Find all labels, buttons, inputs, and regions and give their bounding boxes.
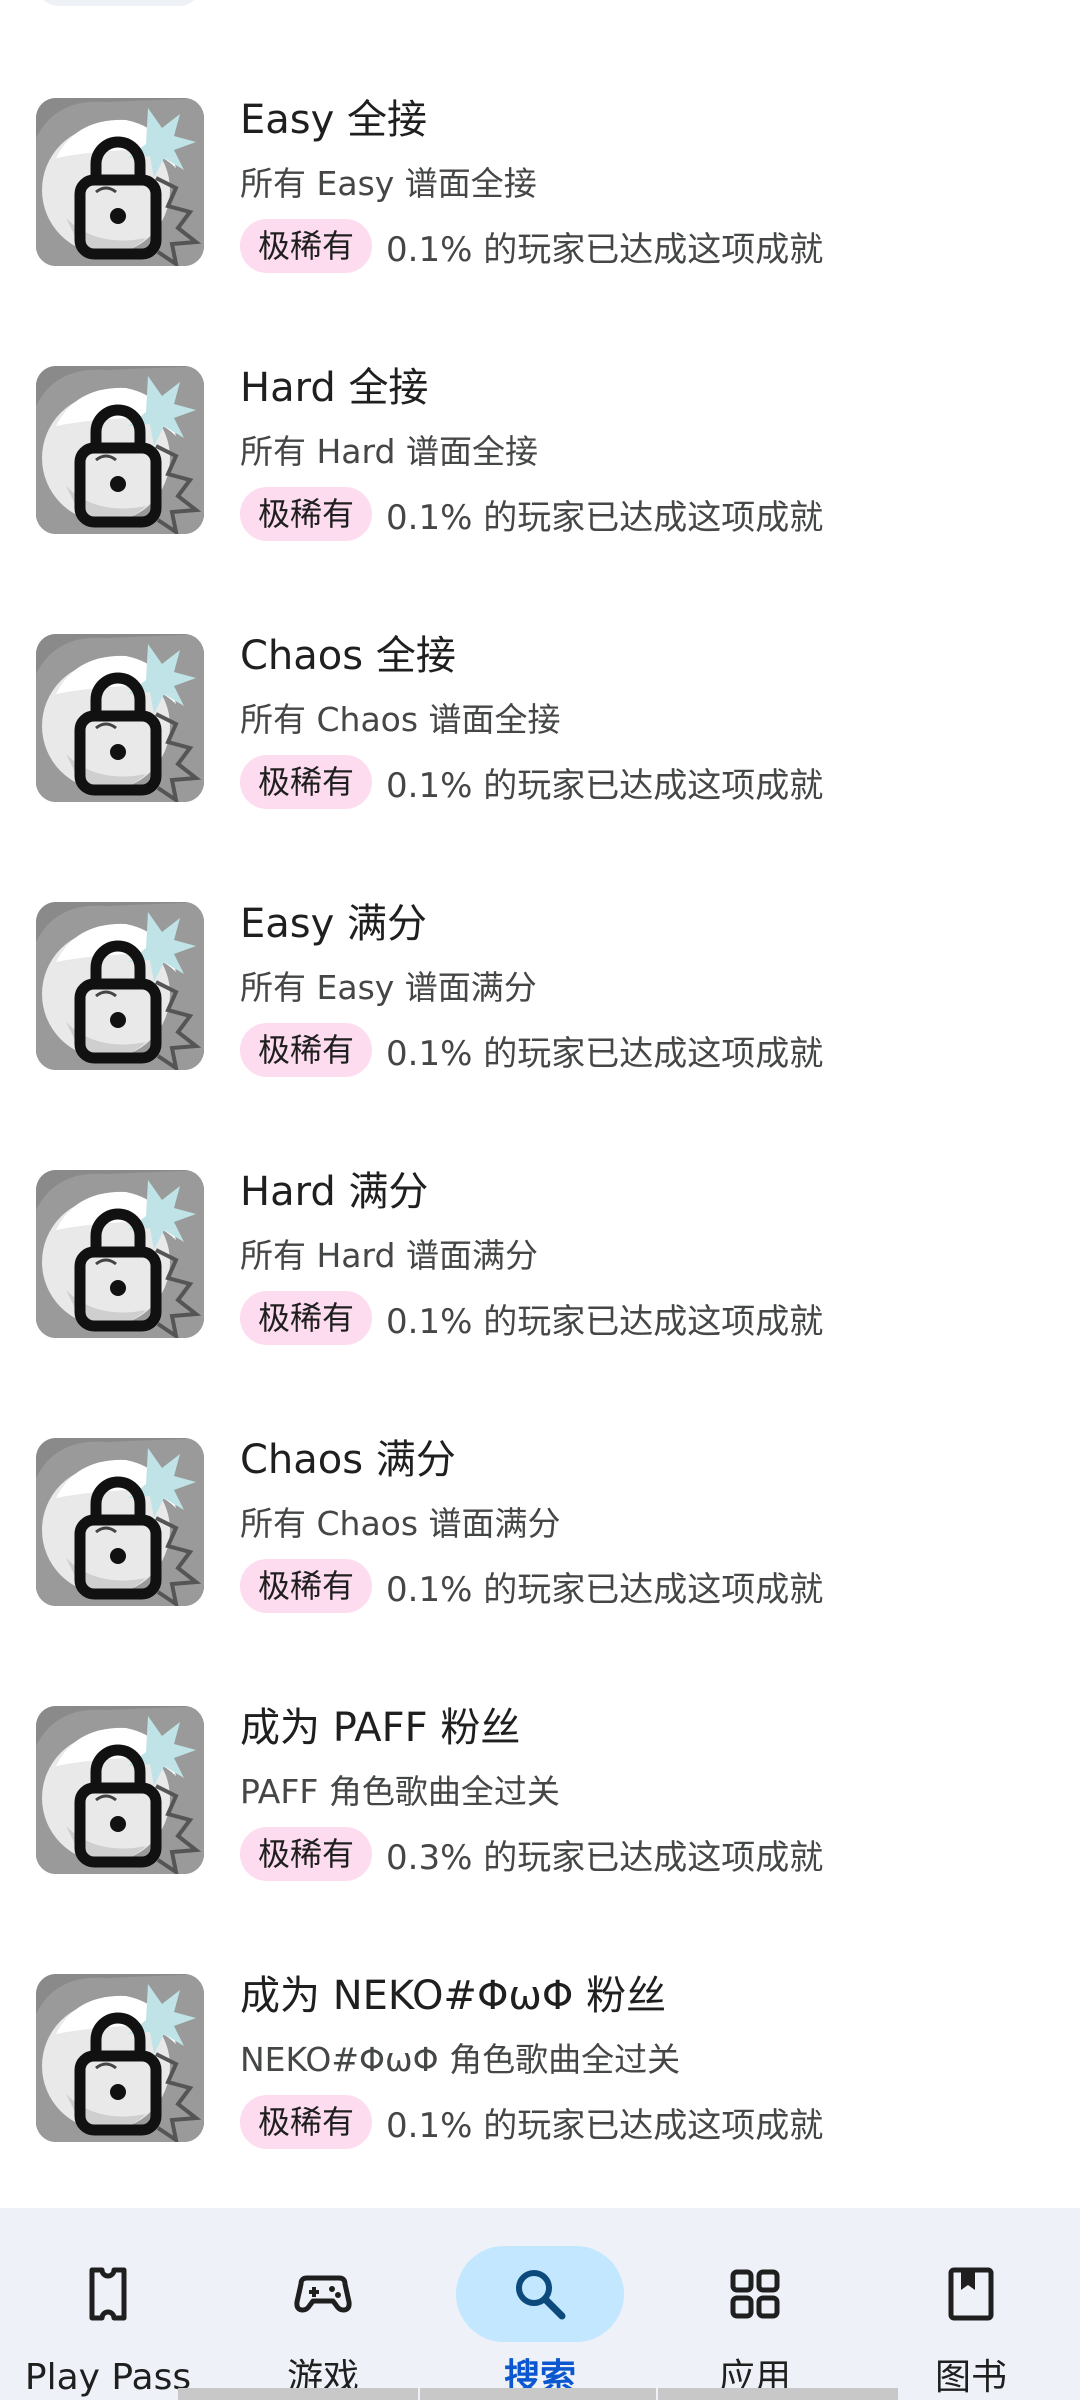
rarity-line: 极稀有 0.1% 的玩家已达成这项成就 bbox=[240, 754, 823, 810]
rarity-badge: 极稀有 bbox=[240, 1559, 373, 1613]
achievement-item[interactable]: Chaos 满分 所有 Chaos 谱面满分 极稀有 0.1% 的玩家已达成这项… bbox=[0, 1340, 1080, 1613]
gamepad-icon bbox=[293, 2264, 353, 2324]
rarity-badge: 极稀有 bbox=[240, 755, 373, 809]
completion-percentage: 0.1% 的玩家已达成这项成就 bbox=[386, 229, 824, 270]
search-icon bbox=[510, 2264, 570, 2324]
achievement-item[interactable]: Easy 全接 所有 Easy 谱面全接 极稀有 0.1% 的玩家已达成这项成就 bbox=[0, 0, 1080, 273]
achievement-item[interactable]: Hard 全接 所有 Hard 谱面全接 极稀有 0.1% 的玩家已达成这项成就 bbox=[0, 268, 1080, 541]
achievement-title: Easy 全接 bbox=[240, 97, 428, 143]
nav-label: 图书 bbox=[934, 2357, 1007, 2398]
achievement-description: 所有 Hard 谱面满分 bbox=[240, 1236, 538, 1275]
rarity-line: 极稀有 0.1% 的玩家已达成这项成就 bbox=[240, 2094, 823, 2150]
achievement-description: NEKO#ΦωΦ 角色歌曲全过关 bbox=[240, 2040, 681, 2079]
achievement-description: 所有 Chaos 谱面满分 bbox=[240, 1504, 561, 1543]
rarity-badge: 极稀有 bbox=[240, 487, 373, 541]
locked-achievement-image bbox=[36, 1974, 204, 2142]
achievement-title: Easy 满分 bbox=[240, 901, 428, 947]
locked-achievement-image bbox=[36, 634, 204, 802]
nav-item-books[interactable]: 图书 bbox=[881, 2228, 1061, 2400]
achievement-title: Chaos 全接 bbox=[240, 633, 456, 679]
bottom-navigation: Play Pass 游戏 搜索 应用 图书 bbox=[0, 2208, 1080, 2400]
gesture-bar-segment bbox=[178, 2388, 418, 2400]
achievement-description: 所有 Easy 谱面全接 bbox=[240, 164, 537, 203]
achievement-item[interactable]: Hard 满分 所有 Hard 谱面满分 极稀有 0.1% 的玩家已达成这项成就 bbox=[0, 1072, 1080, 1345]
completion-percentage: 0.1% 的玩家已达成这项成就 bbox=[386, 1301, 824, 1342]
nav-label: Play Pass bbox=[24, 2357, 192, 2398]
achievement-item[interactable]: 成为 PAFF 粉丝 PAFF 角色歌曲全过关 极稀有 0.3% 的玩家已达成这… bbox=[0, 1608, 1080, 1881]
rarity-line: 极稀有 0.1% 的玩家已达成这项成就 bbox=[240, 486, 823, 542]
gesture-bar-segment bbox=[420, 2388, 656, 2400]
locked-achievement-image bbox=[36, 98, 204, 266]
achievement-description: 所有 Hard 谱面全接 bbox=[240, 432, 538, 471]
apps-grid-icon bbox=[725, 2264, 785, 2324]
achievement-title: Hard 满分 bbox=[240, 1169, 429, 1215]
achievement-description: PAFF 角色歌曲全过关 bbox=[240, 1772, 560, 1811]
nav-item-games[interactable]: 游戏 bbox=[233, 2228, 413, 2400]
completion-percentage: 0.1% 的玩家已达成这项成就 bbox=[386, 497, 824, 538]
achievement-item[interactable]: Chaos 全接 所有 Chaos 谱面全接 极稀有 0.1% 的玩家已达成这项… bbox=[0, 536, 1080, 809]
rarity-badge: 极稀有 bbox=[240, 1023, 373, 1077]
achievement-description: 所有 Chaos 谱面全接 bbox=[240, 700, 561, 739]
completion-percentage: 0.1% 的玩家已达成这项成就 bbox=[386, 765, 824, 806]
gesture-bar-segment bbox=[658, 2388, 898, 2400]
rarity-badge: 极稀有 bbox=[240, 1827, 373, 1881]
rarity-badge: 极稀有 bbox=[240, 219, 373, 273]
nav-item-play-pass[interactable]: Play Pass bbox=[18, 2228, 198, 2400]
bookmark-book-icon bbox=[941, 2264, 1001, 2324]
achievement-title: 成为 PAFF 粉丝 bbox=[240, 1705, 521, 1751]
locked-achievement-image bbox=[36, 1170, 204, 1338]
achievement-title: Hard 全接 bbox=[240, 365, 429, 411]
achievement-title: 成为 NEKO#ΦωΦ 粉丝 bbox=[240, 1973, 667, 2019]
locked-achievement-image bbox=[36, 366, 204, 534]
rarity-badge: 极稀有 bbox=[240, 1291, 373, 1345]
rarity-line: 极稀有 0.1% 的玩家已达成这项成就 bbox=[240, 218, 823, 274]
completion-percentage: 0.1% 的玩家已达成这项成就 bbox=[386, 1033, 824, 1074]
achievement-item[interactable]: Easy 满分 所有 Easy 谱面满分 极稀有 0.1% 的玩家已达成这项成就 bbox=[0, 804, 1080, 1077]
nav-item-search[interactable]: 搜索 bbox=[450, 2228, 630, 2400]
play-pass-icon bbox=[78, 2264, 138, 2324]
rarity-line: 极稀有 0.1% 的玩家已达成这项成就 bbox=[240, 1558, 823, 1614]
achievement-item[interactable]: 成为 NEKO#ΦωΦ 粉丝 NEKO#ΦωΦ 角色歌曲全过关 极稀有 0.1%… bbox=[0, 1876, 1080, 2149]
completion-percentage: 0.1% 的玩家已达成这项成就 bbox=[386, 2105, 824, 2146]
rarity-line: 极稀有 0.1% 的玩家已达成这项成就 bbox=[240, 1290, 823, 1346]
locked-achievement-image bbox=[36, 1706, 204, 1874]
rarity-line: 极稀有 0.1% 的玩家已达成这项成就 bbox=[240, 1022, 823, 1078]
completion-percentage: 0.3% 的玩家已达成这项成就 bbox=[386, 1837, 824, 1878]
nav-item-apps[interactable]: 应用 bbox=[665, 2228, 845, 2400]
rarity-badge: 极稀有 bbox=[240, 2095, 373, 2149]
locked-achievement-image bbox=[36, 1438, 204, 1606]
achievement-title: Chaos 满分 bbox=[240, 1437, 456, 1483]
achievement-description: 所有 Easy 谱面满分 bbox=[240, 968, 537, 1007]
completion-percentage: 0.1% 的玩家已达成这项成就 bbox=[386, 1569, 824, 1610]
rarity-line: 极稀有 0.3% 的玩家已达成这项成就 bbox=[240, 1826, 823, 1882]
locked-achievement-image bbox=[36, 902, 204, 1070]
